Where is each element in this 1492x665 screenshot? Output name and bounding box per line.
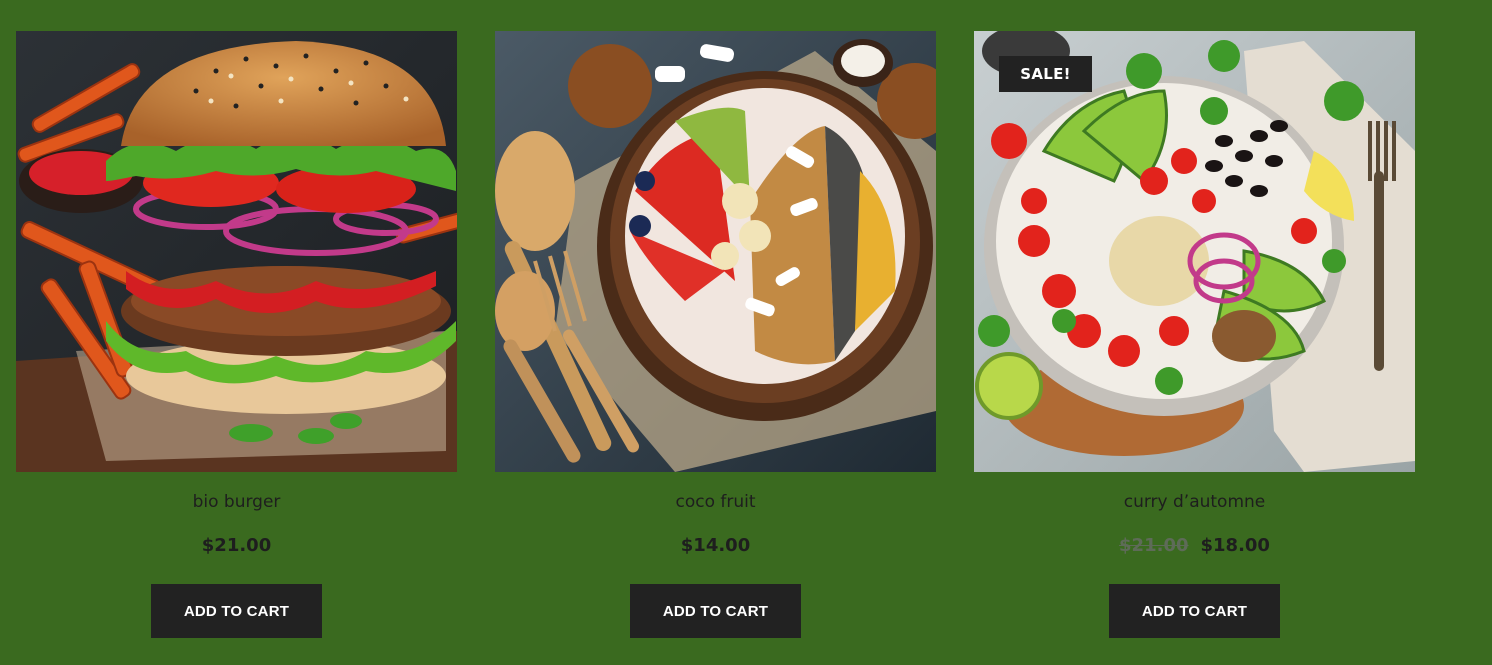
sale-badge: SALE!: [999, 56, 1092, 92]
sale-price: $18.00: [1200, 535, 1270, 556]
add-to-cart-button[interactable]: ADD TO CART: [151, 584, 322, 638]
original-price: $21.00: [1119, 535, 1189, 556]
product-image-link[interactable]: SALE!: [974, 31, 1415, 472]
product-card: coco fruit $14.00 ADD TO CART: [495, 31, 936, 638]
salad-bowl-image: [974, 31, 1415, 472]
product-title[interactable]: curry d’automne: [1124, 490, 1266, 514]
current-price: $21.00: [201, 535, 272, 556]
product-price: $21.00 $18.00: [1119, 532, 1270, 560]
product-price: $14.00: [681, 532, 750, 560]
product-image-link[interactable]: [495, 31, 936, 472]
add-to-cart-button[interactable]: ADD TO CART: [1109, 584, 1280, 638]
add-to-cart-button[interactable]: ADD TO CART: [630, 584, 801, 638]
product-title[interactable]: coco fruit: [675, 490, 755, 514]
product-title[interactable]: bio burger: [193, 490, 281, 514]
product-card: SALE! curry d’automne $21.00 $18.00 ADD …: [974, 31, 1415, 638]
product-image-link[interactable]: [16, 31, 457, 472]
product-grid: bio burger $21.00 ADD TO CART coco fruit…: [16, 31, 1415, 638]
coconut-bowl-image: [495, 31, 936, 472]
product-price: $21.00: [202, 532, 271, 560]
burger-image: [16, 31, 457, 472]
product-card: bio burger $21.00 ADD TO CART: [16, 31, 457, 638]
current-price: $14.00: [680, 535, 751, 556]
